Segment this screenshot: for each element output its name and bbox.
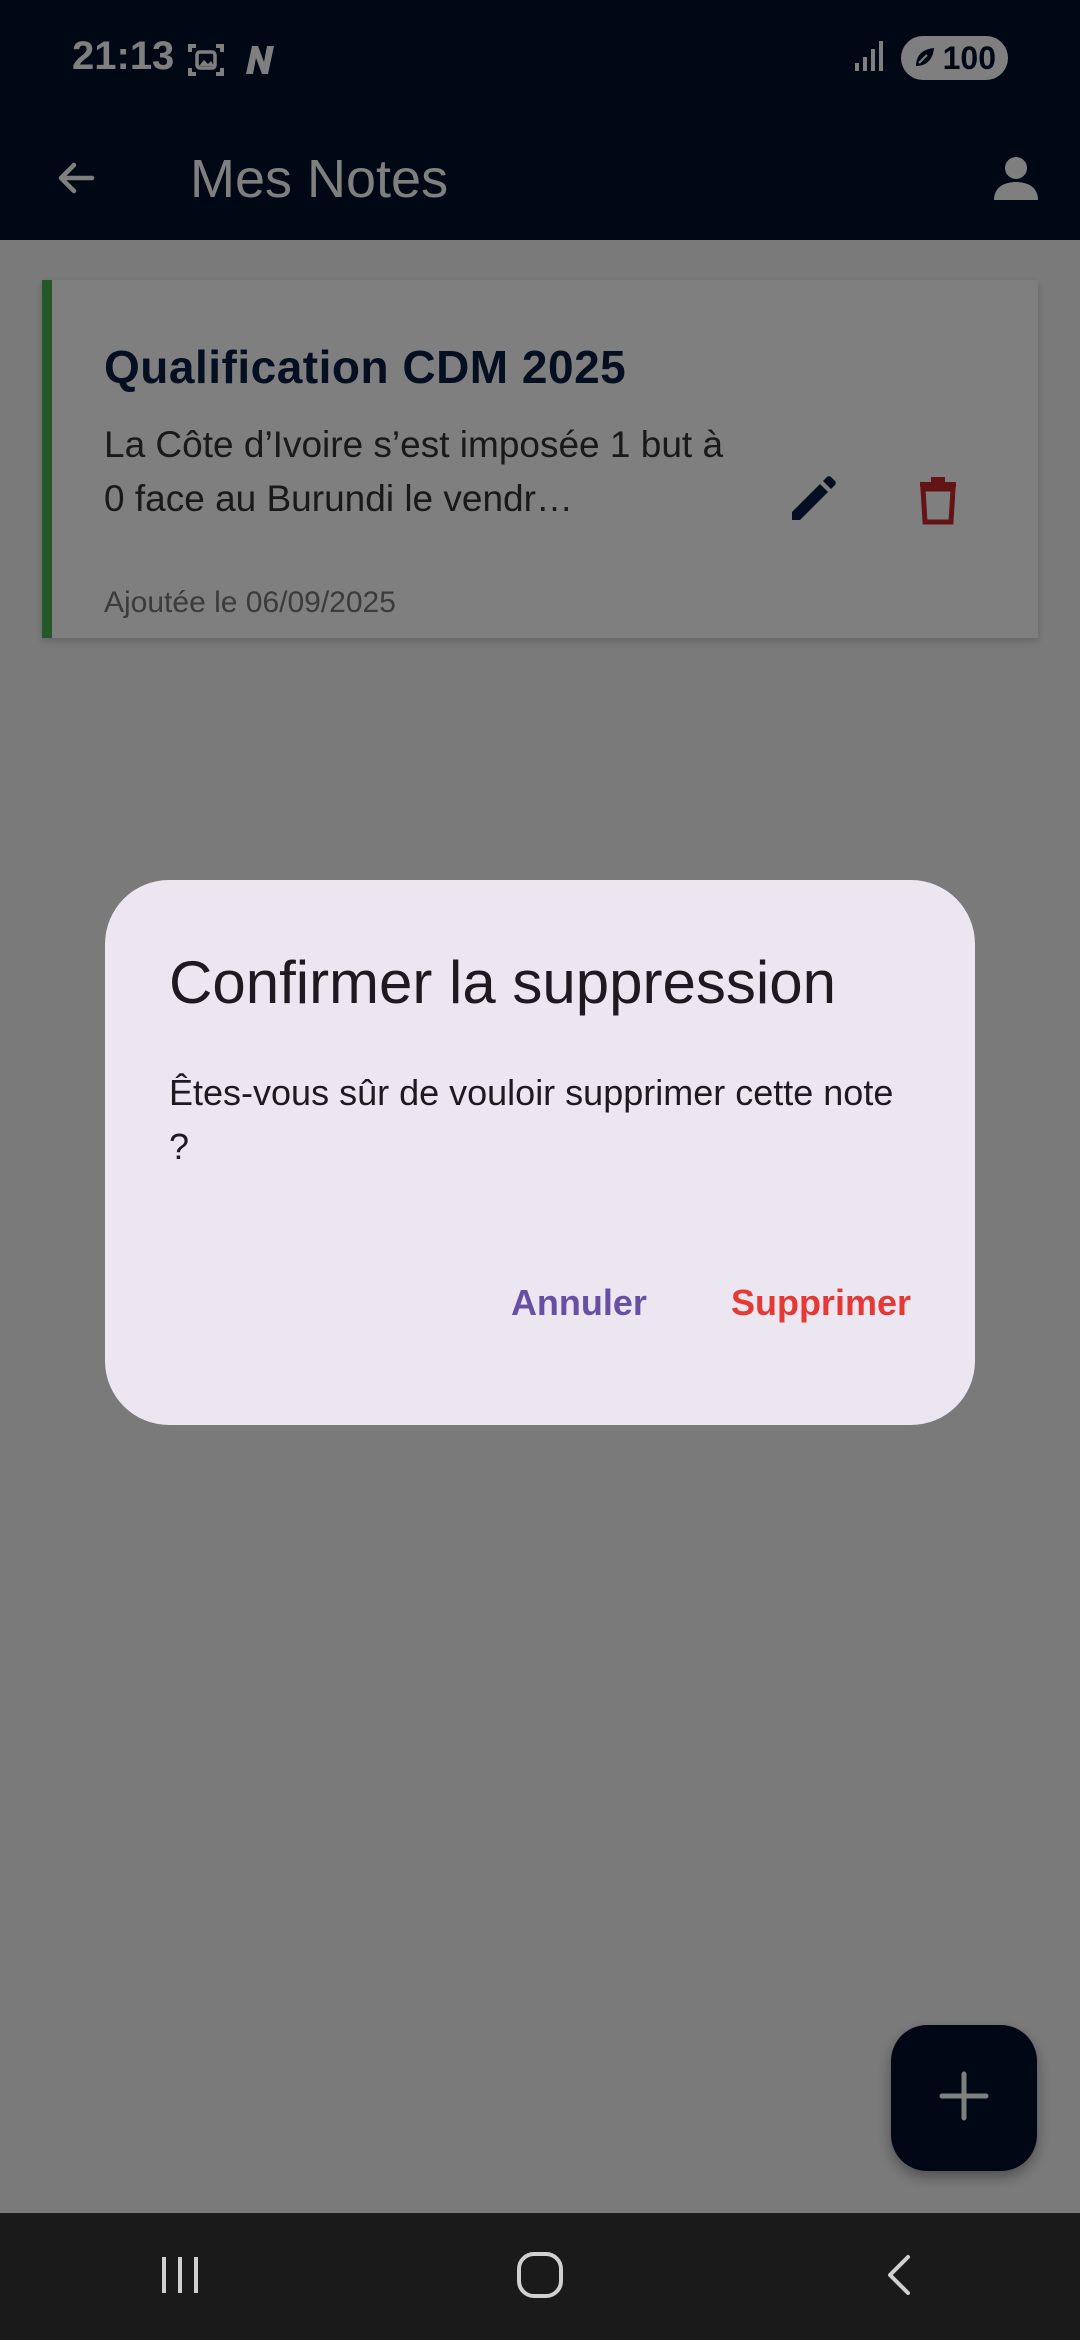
recents-button[interactable]	[120, 2227, 240, 2327]
screen: 21:13	[0, 0, 1080, 2340]
dialog-actions: Annuler Supprimer	[511, 1266, 911, 1340]
dialog-message: Êtes-vous sûr de vouloir supprimer cette…	[169, 1072, 894, 1167]
recents-icon	[156, 2251, 204, 2303]
system-back-button[interactable]	[840, 2227, 960, 2327]
dialog-title: Confirmer la suppression	[169, 949, 836, 1016]
confirm-delete-dialog: Confirmer la suppression Êtes-vous sûr d…	[105, 880, 975, 1425]
confirm-delete-button[interactable]: Supprimer	[731, 1266, 911, 1340]
cancel-button[interactable]: Annuler	[511, 1266, 647, 1340]
home-button[interactable]	[480, 2227, 600, 2327]
home-icon	[514, 2249, 566, 2305]
system-navigation-bar	[0, 2213, 1080, 2340]
back-icon	[876, 2251, 924, 2303]
